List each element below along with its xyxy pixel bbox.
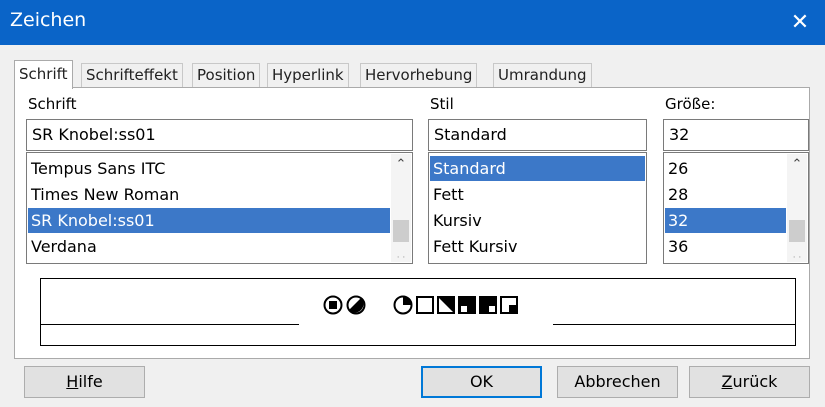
list-item[interactable]: Fett <box>430 182 645 207</box>
list-item-selected[interactable]: Standard <box>430 156 645 181</box>
back-mnemonic: Z <box>721 372 733 391</box>
ok-button[interactable]: OK <box>421 366 542 398</box>
baseline-right <box>553 324 795 325</box>
style-label: Stil <box>430 95 454 113</box>
list-item[interactable]: Times New Roman <box>28 182 390 207</box>
chevron-up-icon[interactable]: ⌃ <box>787 157 807 172</box>
font-name-input[interactable]: SR Knobel:ss01 <box>26 119 413 151</box>
three-quarter-square-glyph <box>479 296 497 314</box>
scrollbar-thumb[interactable] <box>789 220 805 242</box>
scroll-down-hint: · · <box>396 253 406 263</box>
empty-square-glyph <box>416 296 434 314</box>
cancel-button[interactable]: Abbrechen <box>557 366 678 398</box>
window-title: Zeichen <box>10 9 87 31</box>
tab-position[interactable]: Position <box>192 63 261 88</box>
style-input[interactable]: Standard <box>428 119 647 151</box>
back-button[interactable]: Zurück <box>689 366 810 398</box>
title-bar: Zeichen ✕ <box>0 0 825 45</box>
scroll-down-hint: · · <box>792 253 802 263</box>
corner-square-glyph <box>500 296 518 314</box>
circle-square-glyph <box>323 295 343 315</box>
scrollbar-thumb[interactable] <box>393 220 409 242</box>
font-label: Schrift <box>28 95 77 113</box>
baseline-left <box>41 324 299 325</box>
list-item[interactable]: 36 <box>665 234 786 259</box>
list-item[interactable]: Verdana <box>28 234 390 259</box>
help-label: ilfe <box>78 372 103 391</box>
quarter-circle-glyph <box>393 295 413 315</box>
font-preview <box>40 278 796 346</box>
size-input[interactable]: 32 <box>663 119 809 151</box>
tab-umrandung[interactable]: Umrandung <box>493 63 592 88</box>
back-label: urück <box>732 372 778 391</box>
style-list[interactable]: Standard Fett Kursiv Fett Kursiv <box>428 152 647 264</box>
list-item-selected[interactable]: SR Knobel:ss01 <box>28 208 390 233</box>
list-item[interactable]: 28 <box>665 182 786 207</box>
help-mnemonic: H <box>66 372 79 391</box>
chevron-up-icon[interactable]: ⌃ <box>391 157 411 172</box>
list-item[interactable]: Fett Kursiv <box>430 234 645 259</box>
list-item[interactable]: Kursiv <box>430 208 645 233</box>
help-button[interactable]: Hilfe <box>24 366 145 398</box>
tab-hervorhebung[interactable]: Hervorhebung <box>360 63 478 88</box>
tab-hyperlink[interactable]: Hyperlink <box>267 63 349 88</box>
diagonal-square-glyph <box>437 296 455 314</box>
half-square-glyph <box>458 296 476 314</box>
font-list[interactable]: Tempus Sans ITC Times New Roman SR Knobe… <box>26 152 413 264</box>
tab-schrifteffekt[interactable]: Schrifteffekt <box>81 63 183 88</box>
circle-slash-glyph <box>346 295 366 315</box>
size-label: Größe: <box>665 95 716 113</box>
list-item[interactable]: 26 <box>665 156 786 181</box>
font-list-scrollbar[interactable]: ⌃ · · <box>391 154 411 263</box>
size-list-scrollbar[interactable]: ⌃ · · <box>787 154 807 263</box>
preview-glyphs <box>323 293 521 317</box>
list-item-selected[interactable]: 32 <box>665 208 786 233</box>
size-list[interactable]: 26 28 32 36 ⌃ · · <box>663 152 809 264</box>
close-icon[interactable]: ✕ <box>775 0 825 45</box>
tab-schrift[interactable]: Schrift <box>14 60 73 89</box>
list-item[interactable]: Tempus Sans ITC <box>28 156 390 181</box>
